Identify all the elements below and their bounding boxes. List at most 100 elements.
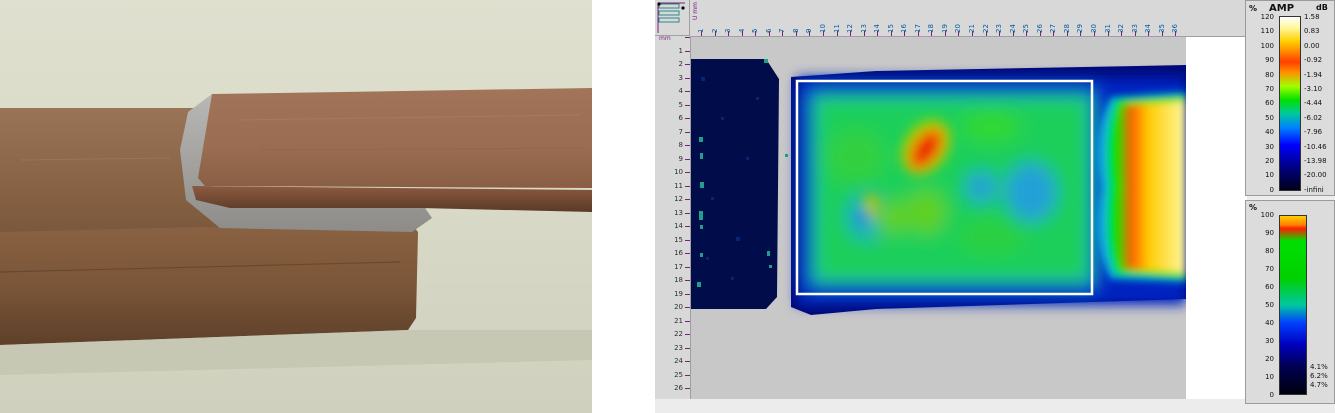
- y-tick-mark: [685, 374, 690, 376]
- x-tick-mark: [768, 31, 770, 36]
- dist-percent-tick: 100: [1260, 211, 1274, 219]
- y-tick-label: 16: [674, 249, 683, 257]
- y-tick-mark: [685, 280, 690, 281]
- y-axis-ruler: mm 1 2 3 4 5 6 7 8 9 10 11 12 13 14 15 16 17 18 19 20 21 22 23…: [655, 35, 691, 399]
- y-tick-mark: [685, 212, 690, 214]
- amp-percent-tick: 40: [1265, 128, 1274, 137]
- x-axis-unit: U mm: [692, 2, 699, 20]
- dist-percent-tick: 30: [1265, 337, 1274, 345]
- y-tick-label: 18: [674, 276, 683, 284]
- y-tick-mark: [685, 361, 690, 362]
- amp-db-tick: 0.83: [1304, 27, 1320, 36]
- amp-percent-tick: 110: [1260, 27, 1274, 36]
- dist-percent-tick: 60: [1265, 283, 1274, 291]
- y-tick-label: 9: [678, 154, 683, 163]
- x-tick-mark: [944, 31, 946, 36]
- amp-db-tick: 1.58: [1304, 13, 1320, 21]
- y-tick-mark: [685, 334, 690, 335]
- x-tick-mark: [836, 31, 838, 36]
- y-tick-label: 8: [678, 141, 683, 149]
- dist-percent-tick: 0: [1269, 391, 1274, 399]
- cscan-image[interactable]: [691, 37, 1186, 399]
- y-tick-mark: [685, 77, 690, 79]
- amp-db-tick: -13.98: [1304, 157, 1327, 165]
- x-tick-mark: [701, 31, 702, 36]
- y-tick-mark: [685, 104, 690, 106]
- y-tick-label: 1: [678, 46, 683, 55]
- amp-db-tick: -3.10: [1304, 85, 1323, 93]
- x-tick-mark: [917, 31, 919, 36]
- dist-annotation: 6.2%: [1310, 372, 1328, 380]
- x-tick-mark: [1026, 31, 1028, 36]
- x-tick-mark: [1121, 31, 1123, 36]
- scan-dark-region: [691, 59, 779, 309]
- amp-db-tick: 0.00: [1304, 41, 1320, 50]
- y-tick-mark: [685, 185, 690, 187]
- amplitude-color-bar: [1279, 16, 1301, 191]
- x-tick-mark: [728, 31, 730, 36]
- x-tick-mark: [741, 31, 743, 36]
- amp-percent-tick: 10: [1265, 171, 1274, 180]
- y-tick-mark: [685, 266, 690, 268]
- dist-percent-tick: 90: [1265, 229, 1274, 237]
- x-tick-mark: [822, 31, 824, 36]
- y-tick-mark: [685, 226, 690, 227]
- y-tick-label: 3: [678, 73, 683, 82]
- view-mode-icon[interactable]: [655, 0, 690, 36]
- y-tick-label: 7: [678, 127, 683, 136]
- y-tick-mark: [685, 293, 690, 295]
- weld-photo: [0, 0, 592, 413]
- amp-db-tick: -1.94: [1304, 70, 1323, 79]
- y-tick-mark: [685, 91, 690, 92]
- y-tick-label: 20: [674, 303, 683, 311]
- x-tick-mark: [1066, 31, 1068, 36]
- y-tick-label: 10: [674, 168, 683, 176]
- x-tick-mark: [714, 31, 716, 36]
- amp-db-tick: -4.44: [1304, 99, 1323, 108]
- status-strip: [655, 399, 1245, 413]
- distribution-color-bar: [1279, 215, 1307, 395]
- amp-db-tick: -10.46: [1304, 142, 1327, 151]
- y-tick-mark: [685, 239, 690, 241]
- y-tick-label: 12: [674, 195, 683, 203]
- y-tick-label: 17: [674, 262, 683, 271]
- y-tick-label: 21: [674, 316, 683, 325]
- x-tick-mark: [972, 31, 973, 36]
- y-axis-unit: mm: [659, 35, 671, 42]
- dist-percent-tick: 20: [1265, 355, 1274, 363]
- x-tick-mark: [1039, 31, 1041, 36]
- y-tick-mark: [685, 145, 690, 146]
- amp-percent-tick: 70: [1265, 85, 1274, 93]
- y-tick-label: 19: [674, 289, 683, 298]
- x-tick-mark: [755, 31, 757, 36]
- x-tick-mark: [782, 31, 784, 36]
- y-tick-label: 24: [674, 357, 683, 365]
- amp-percent-tick: 120: [1260, 13, 1274, 21]
- x-tick-mark: [904, 31, 906, 36]
- y-tick-label: 15: [674, 235, 683, 244]
- y-tick-mark: [685, 253, 690, 254]
- amp-percent-tick: 80: [1265, 70, 1274, 79]
- y-tick-mark: [685, 158, 690, 160]
- amp-db-tick: -infini: [1304, 185, 1324, 194]
- dist-percent-tick: 50: [1265, 301, 1274, 309]
- y-tick-mark: [685, 307, 690, 308]
- cscan-heatmap[interactable]: [691, 37, 1186, 399]
- amp-db-tick: -6.02: [1304, 113, 1323, 122]
- x-tick-mark: [1134, 31, 1136, 36]
- dist-percent-tick: 10: [1265, 373, 1274, 381]
- y-tick-mark: [685, 118, 690, 119]
- y-tick-label: 5: [678, 100, 683, 109]
- amp-percent-tick: 30: [1265, 142, 1274, 151]
- amp-percent-tick: 60: [1265, 99, 1274, 108]
- y-tick-mark: [685, 172, 690, 173]
- y-tick-label: 14: [674, 222, 683, 230]
- amp-percent-tick: 20: [1265, 157, 1274, 165]
- x-tick-mark: [809, 31, 811, 36]
- x-tick-mark: [850, 31, 852, 36]
- scan-empty-area: [1186, 37, 1247, 399]
- x-tick-mark: [958, 31, 960, 36]
- amp-percent-tick: 100: [1260, 41, 1274, 50]
- x-tick-mark: [931, 31, 933, 36]
- cscan-window: U mm 12345678910111213141516171819202122…: [655, 0, 1335, 413]
